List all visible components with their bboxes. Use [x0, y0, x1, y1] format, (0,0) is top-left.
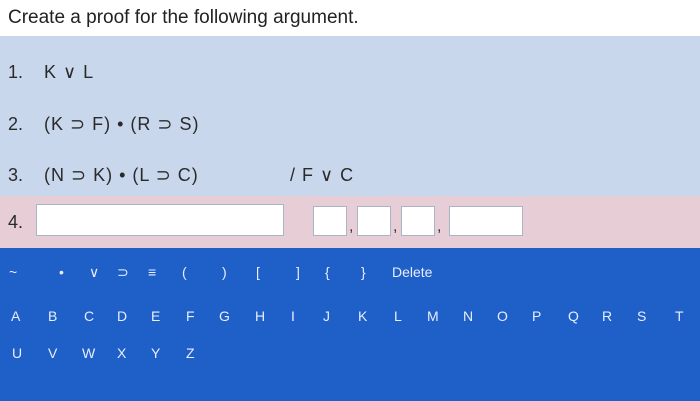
key-s[interactable]: S [637, 308, 646, 324]
key-c[interactable]: C [84, 308, 94, 324]
new-proof-line: 4. , , , [0, 196, 700, 248]
key-g[interactable]: G [219, 308, 230, 324]
key-v[interactable]: V [48, 345, 57, 361]
key-r[interactable]: R [602, 308, 612, 324]
key-a[interactable]: A [11, 308, 20, 324]
key-o[interactable]: O [497, 308, 508, 324]
rule-input[interactable] [449, 206, 523, 236]
proof-line-1: 1. K ∨ L [8, 62, 94, 83]
key-w[interactable]: W [82, 345, 95, 361]
proof-line-3: 3. (N ⊃ K) • (L ⊃ C) [8, 165, 199, 186]
proof-line-2: 2. (K ⊃ F) • (R ⊃ S) [8, 114, 199, 135]
key-u[interactable]: U [12, 345, 22, 361]
key-n[interactable]: N [463, 308, 473, 324]
separator-comma: , [393, 218, 398, 235]
premise-formula: (N ⊃ K) • (L ⊃ C) [44, 165, 199, 185]
separator-comma: , [349, 218, 354, 235]
page-title: Create a proof for the following argumen… [8, 7, 359, 28]
key-k[interactable]: K [358, 308, 367, 324]
key-open-brace[interactable]: { [325, 264, 330, 280]
key-open-paren[interactable]: ( [182, 264, 187, 280]
key-h[interactable]: H [255, 308, 265, 324]
key-y[interactable]: Y [151, 345, 160, 361]
key-f[interactable]: F [186, 308, 195, 324]
line-ref-input-2[interactable] [357, 206, 391, 236]
key-m[interactable]: M [427, 308, 439, 324]
line-number: 4. [8, 212, 24, 232]
line-ref-input-3[interactable] [401, 206, 435, 236]
key-j[interactable]: J [323, 308, 330, 324]
key-delete[interactable]: Delete [392, 264, 432, 280]
key-z[interactable]: Z [186, 345, 195, 361]
conclusion: / F ∨ C [290, 165, 355, 185]
key-p[interactable]: P [532, 308, 541, 324]
key-wedge[interactable]: ∨ [89, 264, 99, 281]
key-triple-bar[interactable]: ≡ [148, 264, 156, 280]
key-close-bracket[interactable]: ] [296, 264, 300, 280]
statement-input[interactable] [36, 204, 284, 236]
key-i[interactable]: I [291, 308, 295, 324]
key-horseshoe[interactable]: ⊃ [117, 264, 129, 281]
key-close-paren[interactable]: ) [222, 264, 227, 280]
key-q[interactable]: Q [568, 308, 579, 324]
separator-comma: , [437, 218, 442, 235]
key-open-bracket[interactable]: [ [256, 264, 260, 280]
key-b[interactable]: B [48, 308, 57, 324]
key-tilde[interactable]: ~ [9, 264, 17, 280]
line-ref-input-1[interactable] [313, 206, 347, 236]
key-close-brace[interactable]: } [361, 264, 366, 280]
line-number: 3. [8, 165, 24, 185]
premise-formula: (K ⊃ F) • (R ⊃ S) [44, 114, 200, 134]
line-number: 1. [8, 62, 24, 82]
key-d[interactable]: D [117, 308, 127, 324]
instructions-header: Create a proof for the following argumen… [0, 0, 700, 36]
line-number: 2. [8, 114, 24, 134]
key-t[interactable]: T [675, 308, 684, 324]
key-dot[interactable]: • [59, 264, 64, 280]
premise-formula: K ∨ L [44, 62, 95, 82]
key-e[interactable]: E [151, 308, 160, 324]
symbol-keyboard: ~ • ∨ ⊃ ≡ ( ) [ ] { } Delete A B C D E F… [0, 248, 700, 401]
key-x[interactable]: X [117, 345, 126, 361]
key-l[interactable]: L [394, 308, 402, 324]
